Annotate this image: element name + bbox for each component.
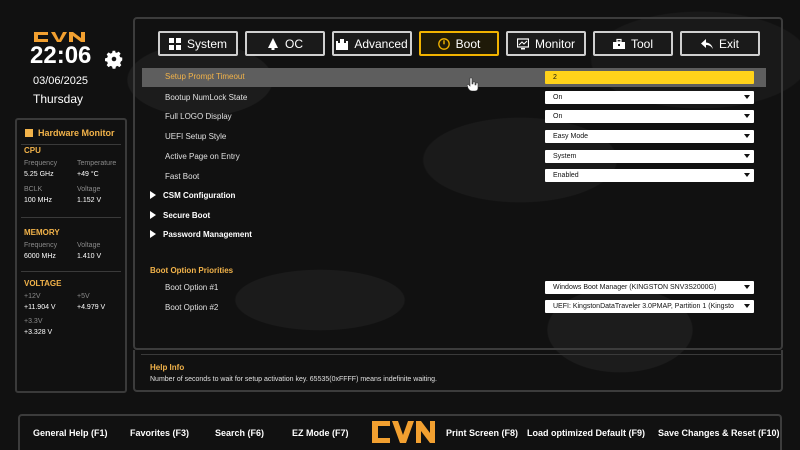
tab-advanced[interactable]: Advanced bbox=[332, 31, 412, 56]
gear-icon[interactable] bbox=[103, 48, 125, 70]
back-arrow-icon bbox=[700, 38, 713, 49]
triangle-right-icon bbox=[150, 211, 156, 219]
uefi-setup-style-select[interactable]: Easy Mode bbox=[545, 130, 754, 143]
chevron-down-icon bbox=[744, 173, 750, 177]
help-title: Help Info bbox=[150, 363, 185, 372]
general-help-button[interactable]: General Help (F1) bbox=[33, 428, 108, 438]
memory-voltage-label: Voltage bbox=[77, 242, 101, 249]
divider bbox=[21, 144, 121, 145]
grid-icon bbox=[168, 37, 181, 50]
save-changes-reset-button[interactable]: Save Changes & Reset (F10) bbox=[658, 428, 780, 438]
memory-frequency-label: Frequency bbox=[24, 242, 58, 249]
hardware-monitor-panel: Hardware Monitor CPU Frequency Temperatu… bbox=[15, 118, 127, 393]
tab-system[interactable]: System bbox=[158, 31, 238, 56]
hardware-monitor-title: Hardware Monitor bbox=[25, 128, 115, 138]
active-page-label: Active Page on Entry bbox=[165, 152, 240, 161]
v5-value: +4.979 V bbox=[77, 304, 106, 311]
boot-option-1-label: Boot Option #1 bbox=[165, 283, 219, 292]
bootup-numlock-label: Bootup NumLock State bbox=[165, 93, 248, 102]
triangle-right-icon bbox=[150, 230, 156, 238]
v12-value: +11.904 V bbox=[24, 304, 56, 311]
v33-label: +3.3V bbox=[24, 318, 43, 325]
cpu-bclk-label: BCLK bbox=[24, 186, 43, 193]
full-logo-label: Full LOGO Display bbox=[165, 112, 232, 121]
full-logo-select[interactable]: On bbox=[545, 110, 754, 123]
memory-voltage-value: 1.410 V bbox=[77, 253, 102, 260]
toolbox-icon bbox=[612, 38, 625, 49]
tab-tool[interactable]: Tool bbox=[593, 31, 673, 56]
setup-prompt-timeout-label: Setup Prompt Timeout bbox=[165, 72, 245, 81]
chevron-down-icon bbox=[744, 304, 750, 308]
boot-option-2-label: Boot Option #2 bbox=[165, 303, 219, 312]
print-screen-button[interactable]: Print Screen (F8) bbox=[446, 428, 518, 438]
bootup-numlock-select[interactable]: On bbox=[545, 91, 754, 104]
clock-time: 22:06 bbox=[30, 42, 92, 69]
divider bbox=[21, 271, 121, 272]
favorites-button[interactable]: Favorites (F3) bbox=[130, 428, 189, 438]
tab-monitor[interactable]: Monitor bbox=[506, 31, 586, 56]
tab-boot[interactable]: Boot bbox=[419, 31, 499, 56]
monitor-square-icon bbox=[25, 129, 33, 137]
chevron-down-icon bbox=[744, 154, 750, 158]
v33-value: +3.328 V bbox=[24, 329, 53, 336]
tab-oc[interactable]: OC bbox=[245, 31, 325, 56]
load-optimized-default-button[interactable]: Load optimized Default (F9) bbox=[527, 428, 645, 438]
cpu-temperature-value: +49 °C bbox=[77, 171, 99, 178]
cvn-logo bbox=[372, 421, 435, 443]
submenu-password-management[interactable]: Password Management bbox=[163, 230, 252, 239]
v5-label: +5V bbox=[77, 293, 90, 300]
boot-option-2-select[interactable]: UEFI: KingstonDataTraveler 3.0PMAP, Part… bbox=[545, 300, 754, 313]
tab-exit[interactable]: Exit bbox=[680, 31, 760, 56]
divider bbox=[21, 217, 121, 218]
fast-boot-select[interactable]: Enabled bbox=[545, 169, 754, 182]
submenu-csm-configuration[interactable]: CSM Configuration bbox=[163, 191, 235, 200]
left-panel: 22:06 03/06/2025 Thursday Hardware Monit… bbox=[15, 18, 127, 393]
hand-cursor-icon bbox=[466, 77, 479, 91]
chevron-down-icon bbox=[744, 114, 750, 118]
active-page-select[interactable]: System bbox=[545, 150, 754, 163]
voltage-section-title: VOLTAGE bbox=[24, 279, 62, 288]
submenu-secure-boot[interactable]: Secure Boot bbox=[163, 211, 210, 220]
v12-label: +12V bbox=[24, 293, 41, 300]
clock-weekday: Thursday bbox=[33, 92, 84, 106]
cpu-frequency-label: Frequency bbox=[24, 160, 58, 167]
boot-priorities-title: Boot Option Priorities bbox=[150, 266, 234, 275]
cpu-frequency-value: 5.25 GHz bbox=[24, 171, 54, 178]
monitor-icon bbox=[516, 37, 529, 49]
fast-boot-label: Fast Boot bbox=[165, 172, 200, 181]
cpu-bclk-value: 100 MHz bbox=[24, 197, 53, 204]
ez-mode-button[interactable]: EZ Mode (F7) bbox=[292, 428, 349, 438]
memory-section-title: MEMORY bbox=[24, 228, 60, 237]
cpu-temperature-label: Temperature bbox=[77, 160, 117, 167]
castle-icon bbox=[336, 38, 349, 50]
chevron-down-icon bbox=[744, 285, 750, 289]
clock-date: 03/06/2025 bbox=[33, 75, 89, 87]
bell-icon bbox=[268, 37, 278, 50]
memory-frequency-value: 6000 MHz bbox=[24, 253, 56, 260]
cpu-voltage-value: 1.152 V bbox=[77, 197, 102, 204]
help-text: Number of seconds to wait for setup acti… bbox=[150, 376, 438, 383]
search-button[interactable]: Search (F6) bbox=[215, 428, 264, 438]
power-icon bbox=[437, 37, 450, 50]
cpu-voltage-label: Voltage bbox=[77, 186, 101, 193]
setup-prompt-timeout-input[interactable]: 2 bbox=[545, 71, 754, 84]
uefi-setup-style-label: UEFI Setup Style bbox=[165, 132, 227, 141]
chevron-down-icon bbox=[744, 95, 750, 99]
chevron-down-icon bbox=[744, 134, 750, 138]
help-info-panel: Help Info Number of seconds to wait for … bbox=[141, 354, 781, 389]
triangle-right-icon bbox=[150, 191, 156, 199]
tab-bar: System OC Advanced Boot Monitor Tool Exi… bbox=[158, 31, 760, 56]
boot-option-1-select[interactable]: Windows Boot Manager (KINGSTON SNV3S2000… bbox=[545, 281, 754, 294]
cpu-section-title: CPU bbox=[24, 146, 41, 155]
